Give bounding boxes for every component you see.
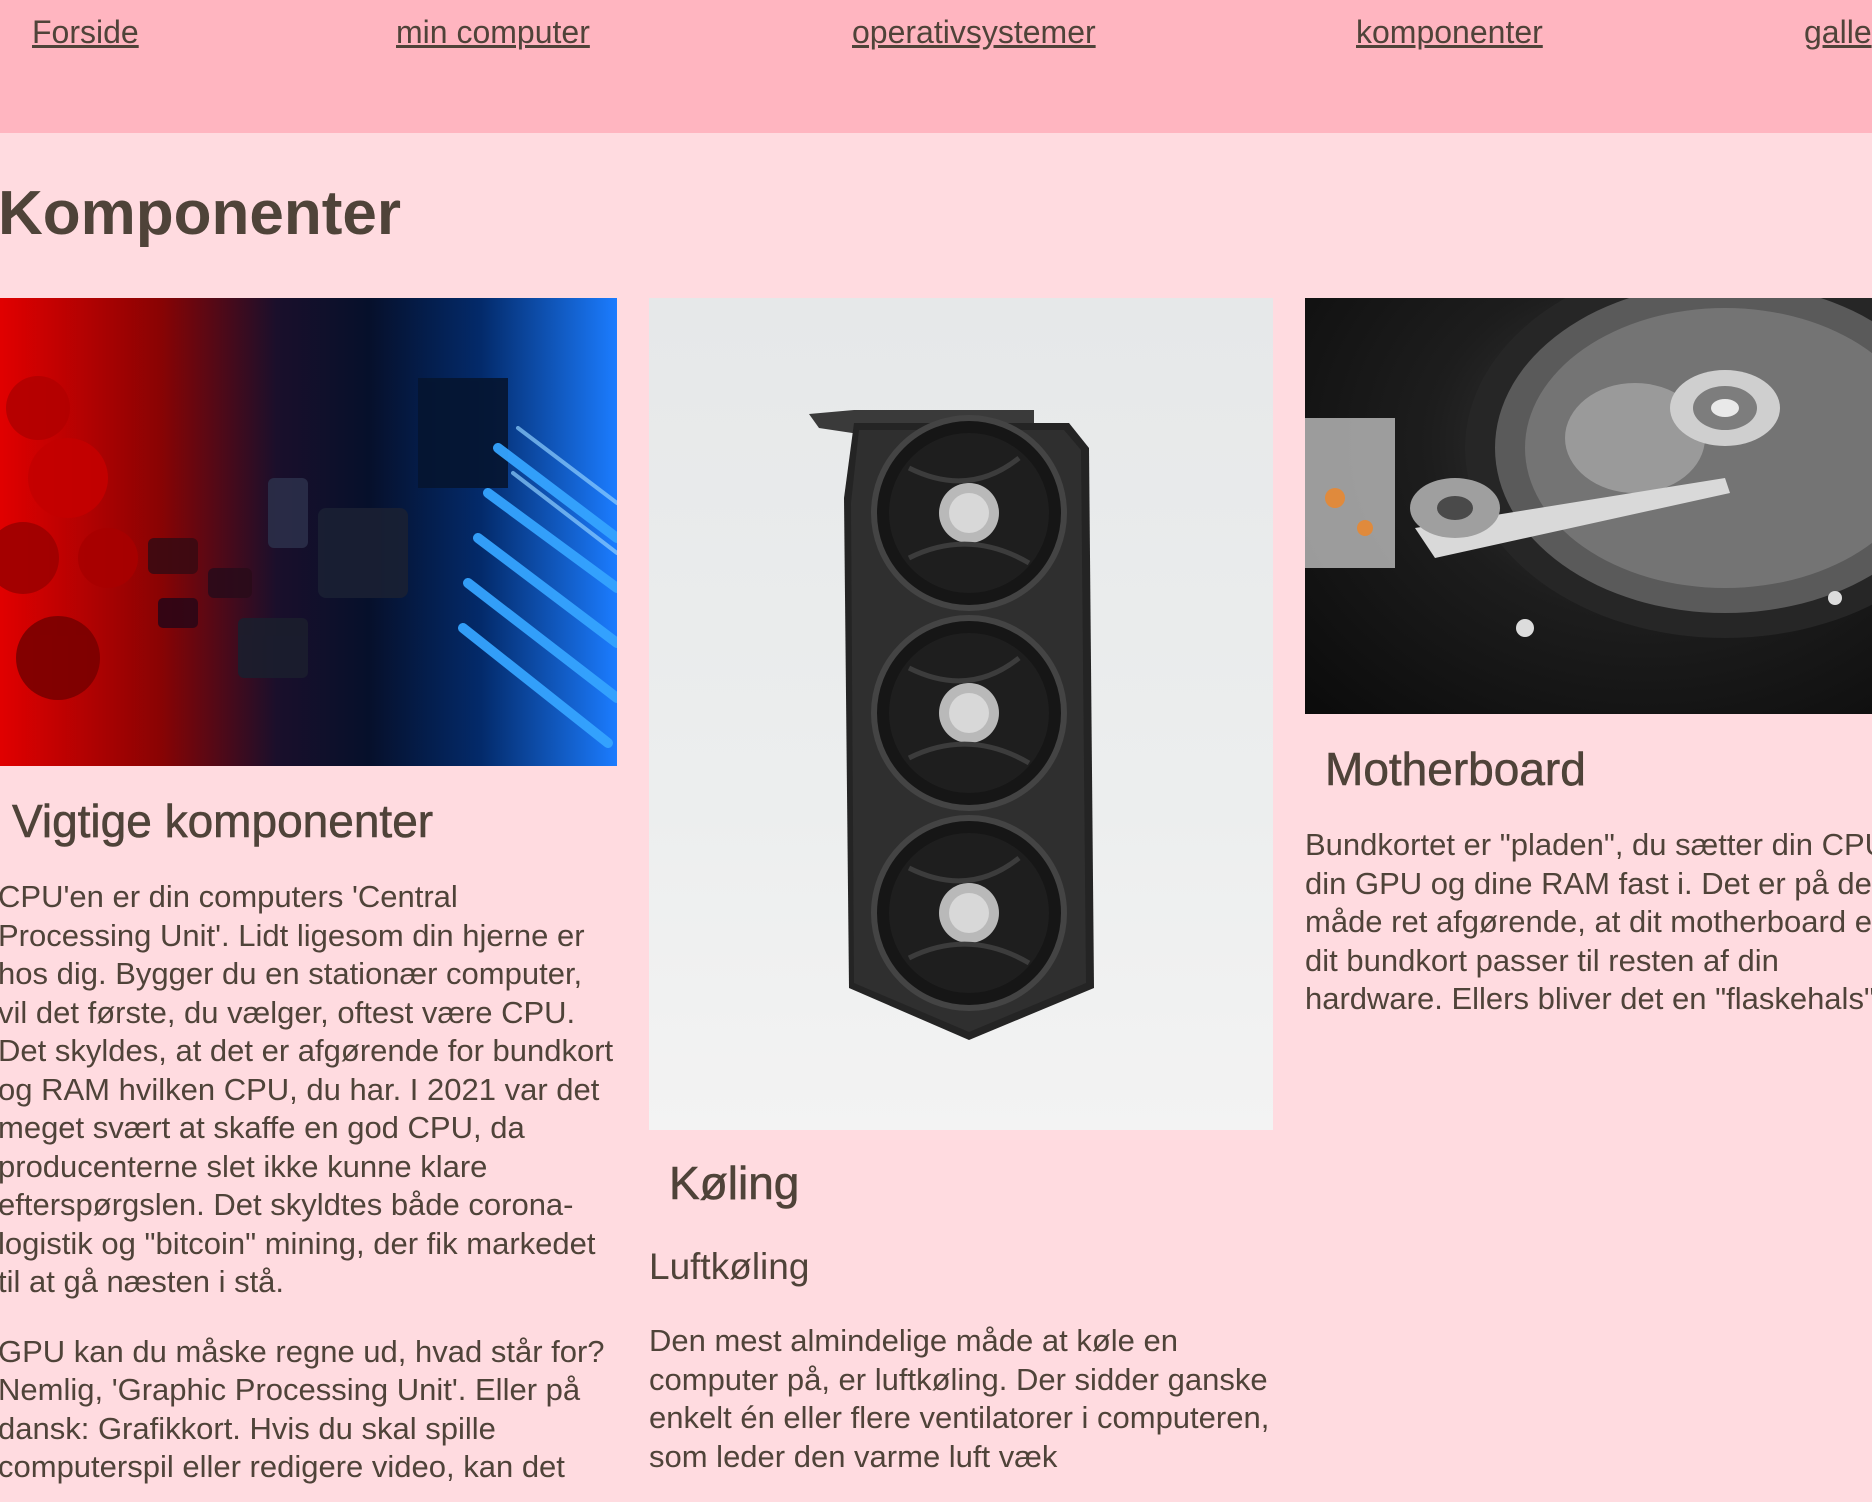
component-card-koeling: Køling Luftkøling Den mest almindelige m…: [649, 298, 1273, 1476]
card-heading-vigtige-komponenter: Vigtige komponenter: [12, 795, 434, 848]
nav-link-galleri[interactable]: galle: [1804, 14, 1872, 51]
nav-link-komponenter[interactable]: komponenter: [1356, 14, 1543, 51]
card-heading-motherboard: Motherboard: [1325, 743, 1586, 796]
nav-link-min-computer[interactable]: min computer: [396, 14, 590, 51]
nav-link-operativsystemer[interactable]: operativsystemer: [852, 14, 1096, 51]
circuit-board-image: [0, 298, 617, 766]
page-title: Komponenter: [0, 179, 401, 248]
nav-link-forside[interactable]: Forside: [32, 14, 139, 51]
component-card-motherboard: Motherboard Bundkortet er "pladen", du s…: [1305, 298, 1872, 1019]
subheading-luftkoeling: Luftkøling: [649, 1246, 810, 1287]
paragraph-luftkoeling: Den mest almindelige måde at køle en com…: [649, 1323, 1270, 1474]
graphics-card-image: [649, 298, 1273, 1130]
paragraph-gpu: GPU kan du måske regne ud, hvad står for…: [0, 1333, 605, 1485]
top-navigation: Forside min computer operativsystemer ko…: [0, 0, 1872, 133]
component-card-cpu-gpu: Vigtige komponenter CPU'en er din comput…: [0, 298, 617, 1487]
card-heading-koeling: Køling: [669, 1157, 800, 1210]
paragraph-cpu: CPU'en er din computers 'Central Process…: [0, 879, 614, 1299]
paragraph-motherboard: Bundkortet er "pladen", du sætter din CP…: [1305, 827, 1872, 1016]
hard-drive-image: [1305, 298, 1872, 714]
